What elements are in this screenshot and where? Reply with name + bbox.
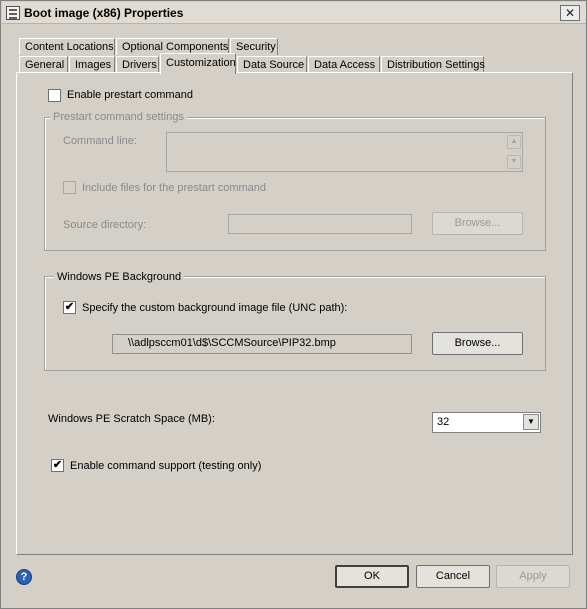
- check-icon: ✔: [52, 459, 63, 471]
- scroll-up-icon[interactable]: ▲: [507, 135, 521, 149]
- help-icon[interactable]: ?: [16, 569, 32, 585]
- scratch-space-label: Windows PE Scratch Space (MB):: [48, 413, 215, 425]
- prestart-browse-button[interactable]: Browse...: [432, 212, 523, 235]
- include-files-checkbox[interactable]: [63, 181, 76, 194]
- tab-general[interactable]: General: [19, 56, 68, 73]
- window-title: Boot image (x86) Properties: [24, 6, 184, 20]
- scroll-down-icon[interactable]: ▼: [507, 155, 521, 169]
- enable-prestart-label: Enable prestart command: [67, 89, 193, 101]
- close-button[interactable]: ✕: [560, 5, 580, 21]
- command-support-label: Enable command support (testing only): [70, 460, 262, 472]
- ok-button[interactable]: OK: [335, 565, 409, 588]
- tab-customization[interactable]: Customization: [160, 53, 236, 74]
- properties-dialog: Boot image (x86) Properties ✕ Content Lo…: [0, 0, 587, 609]
- custom-background-checkbox[interactable]: ✔: [63, 301, 76, 314]
- tab-data-access[interactable]: Data Access: [308, 56, 380, 73]
- prestart-settings-group-title: Prestart command settings: [50, 111, 187, 123]
- apply-button[interactable]: Apply: [496, 565, 570, 588]
- cancel-button[interactable]: Cancel: [416, 565, 490, 588]
- close-icon: ✕: [564, 6, 576, 20]
- scratch-space-select[interactable]: 32 ▼: [432, 412, 541, 433]
- tab-distribution-settings[interactable]: Distribution Settings: [381, 56, 485, 73]
- source-directory-label: Source directory:: [63, 219, 147, 231]
- check-icon: ✔: [64, 301, 75, 313]
- pe-background-group: [44, 276, 546, 371]
- background-browse-button[interactable]: Browse...: [432, 332, 523, 355]
- properties-window-icon: [6, 6, 20, 20]
- pe-background-group-title: Windows PE Background: [54, 271, 185, 283]
- command-line-label: Command line:: [63, 135, 137, 147]
- customization-panel: Enable prestart command Prestart command…: [16, 72, 573, 555]
- title-bar[interactable]: Boot image (x86) Properties ✕: [2, 2, 586, 24]
- tab-data-source[interactable]: Data Source: [237, 56, 307, 73]
- tab-security[interactable]: Security: [230, 38, 278, 55]
- command-support-checkbox[interactable]: ✔: [51, 459, 64, 472]
- tab-content-locations[interactable]: Content Locations: [19, 38, 115, 55]
- include-files-label: Include files for the prestart command: [82, 182, 267, 194]
- tab-images[interactable]: Images: [69, 56, 115, 73]
- tab-drivers[interactable]: Drivers: [116, 56, 159, 73]
- source-directory-field[interactable]: [228, 214, 412, 234]
- command-line-field[interactable]: ▲ ▼: [166, 132, 523, 172]
- chevron-down-icon[interactable]: ▼: [523, 414, 539, 430]
- background-path-field[interactable]: \\adlpsccm01\d$\SCCMSource\PIP32.bmp: [112, 334, 412, 354]
- enable-prestart-checkbox[interactable]: [48, 89, 61, 102]
- custom-background-label: Specify the custom background image file…: [82, 302, 348, 314]
